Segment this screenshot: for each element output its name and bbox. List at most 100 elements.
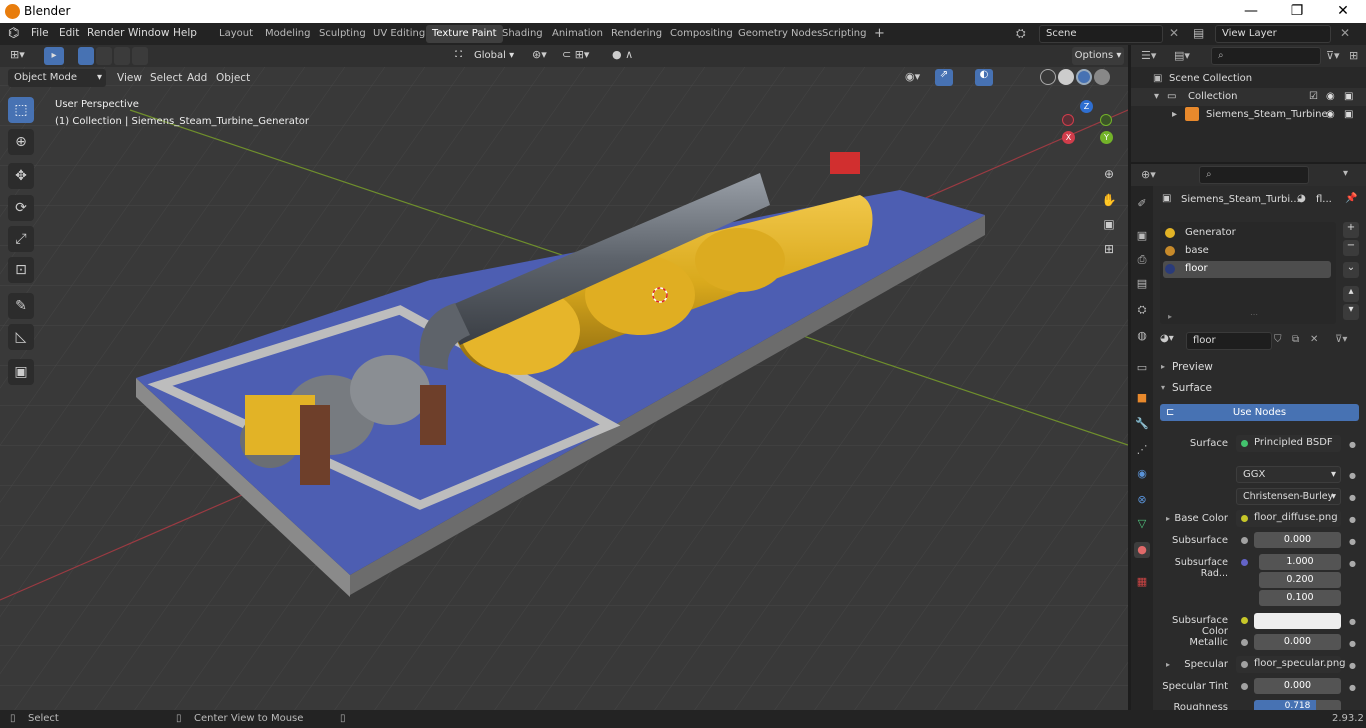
gizmo-z-icon[interactable]: Z	[1080, 100, 1093, 113]
animate-dot-icon[interactable]: ●	[1349, 559, 1356, 568]
viewport-menu-select[interactable]: Select	[150, 72, 182, 84]
scene-collection-label[interactable]: Scene Collection	[1169, 73, 1252, 84]
view-layer-tab-icon[interactable]: ▤	[1134, 276, 1150, 292]
world-tab-icon[interactable]: ◍	[1134, 328, 1150, 344]
pin-icon[interactable]: 📌	[1345, 193, 1357, 204]
expand-arrow-icon[interactable]: ▾	[1154, 91, 1159, 102]
outliner-editor-icon[interactable]: ☰▾	[1141, 49, 1156, 62]
properties-editor-icon[interactable]: ⊕▾	[1141, 168, 1156, 181]
solid-shading-icon[interactable]	[1058, 69, 1074, 85]
move-down-button[interactable]: ▾	[1343, 304, 1359, 320]
camera-icon[interactable]: ▣	[1098, 213, 1120, 235]
close-button[interactable]: ✕	[1320, 1, 1366, 22]
tab-geometry-nodes[interactable]: Geometry Nodes	[732, 25, 828, 43]
menu-render[interactable]: Render	[87, 27, 124, 39]
render-tab-icon[interactable]: ▣	[1134, 228, 1150, 244]
menu-edit[interactable]: Edit	[59, 27, 79, 39]
zoom-icon[interactable]: ⊕	[1098, 163, 1120, 185]
proportional-edit-icon[interactable]: ● ∧	[612, 48, 633, 61]
wireframe-shading-icon[interactable]	[1040, 69, 1056, 85]
subsurface-radius-y[interactable]: 0.200	[1259, 572, 1341, 588]
tab-modeling[interactable]: Modeling	[259, 25, 317, 43]
animate-dot-icon[interactable]: ●	[1349, 440, 1356, 449]
animate-dot-icon[interactable]: ●	[1349, 471, 1356, 480]
pivot-point-icon[interactable]: ⊛▾	[532, 48, 547, 61]
fake-user-icon[interactable]: ⛉	[1274, 334, 1282, 345]
expand-arrow-icon[interactable]: ▸	[1172, 109, 1177, 120]
gizmo-x-icon[interactable]: X	[1062, 131, 1075, 144]
animate-dot-icon[interactable]: ●	[1349, 661, 1356, 670]
tab-texture-paint[interactable]: Texture Paint	[426, 25, 503, 43]
tab-sculpting[interactable]: Sculpting	[313, 25, 372, 43]
minimize-button[interactable]: —	[1228, 1, 1274, 22]
gizmo-neg-x-icon[interactable]	[1062, 114, 1074, 126]
gizmo-y-icon[interactable]: Y	[1100, 131, 1113, 144]
animate-dot-icon[interactable]: ●	[1349, 537, 1356, 546]
use-nodes-button[interactable]: ⊏ Use Nodes	[1160, 404, 1359, 421]
subsurface-radius-x[interactable]: 1.000	[1259, 554, 1341, 570]
duplicate-material-icon[interactable]: ⧉	[1292, 334, 1299, 345]
display-mode-icon[interactable]: ▤▾	[1174, 49, 1190, 62]
material-shading-icon[interactable]	[1076, 69, 1092, 85]
select-intersect-icon[interactable]	[132, 47, 148, 65]
particles-tab-icon[interactable]: ⋰	[1134, 442, 1150, 458]
visibility-eye-icon[interactable]: ◉	[1326, 109, 1335, 120]
editor-type-icon[interactable]: ⊞▾	[10, 48, 25, 61]
preview-panel-header[interactable]: Preview	[1172, 361, 1213, 373]
overlay-toggle-icon[interactable]: ◐	[975, 69, 993, 86]
subsurface-radius-z[interactable]: 0.100	[1259, 590, 1341, 606]
surface-shader-field[interactable]: Principled BSDF	[1236, 435, 1341, 452]
tab-layout[interactable]: Layout	[213, 25, 259, 43]
menu-window[interactable]: Window	[128, 27, 169, 39]
collection-tab-icon[interactable]: ▭	[1134, 360, 1150, 376]
add-cube-tool-icon[interactable]: ▣	[8, 359, 34, 385]
animate-dot-icon[interactable]: ●	[1349, 683, 1356, 692]
subsurface-method-dropdown[interactable]: Christensen-Burley ▾	[1236, 488, 1341, 505]
base-color-field[interactable]: floor_diffuse.png	[1236, 510, 1341, 527]
material-name-field[interactable]: floor	[1186, 332, 1272, 350]
scene-field[interactable]: Scene	[1039, 25, 1163, 43]
viewport-menu-object[interactable]: Object	[216, 72, 250, 84]
annotate-tool-icon[interactable]: ✎	[8, 293, 34, 319]
tab-rendering[interactable]: Rendering	[605, 25, 668, 43]
navigation-gizmo[interactable]: Z Y X	[1060, 100, 1116, 156]
tool-tab-icon[interactable]: ✐	[1134, 196, 1150, 212]
subsurface-color-swatch[interactable]	[1254, 613, 1341, 629]
snap-icon[interactable]: ⊂ ⊞▾	[562, 48, 589, 61]
animate-dot-icon[interactable]: ●	[1349, 617, 1356, 626]
visibility-eye-icon[interactable]: ◉	[1326, 91, 1335, 102]
tab-compositing[interactable]: Compositing	[664, 25, 739, 43]
select-extend-icon[interactable]	[96, 47, 112, 65]
render-camera-icon[interactable]: ▣	[1344, 109, 1353, 120]
material-filter-icon[interactable]: ⊽▾	[1335, 334, 1347, 345]
tab-shading[interactable]: Shading	[496, 25, 549, 43]
tab-scripting[interactable]: Scripting	[816, 25, 872, 43]
animate-dot-icon[interactable]: ●	[1349, 515, 1356, 524]
data-tab-icon[interactable]: ▽	[1134, 516, 1150, 532]
animate-dot-icon[interactable]: ●	[1349, 639, 1356, 648]
scene-tab-icon[interactable]: ⛭	[1134, 302, 1150, 318]
scene-icon[interactable]: ⛭	[1016, 26, 1026, 41]
object-tab-icon[interactable]: ■	[1134, 390, 1150, 406]
roughness-slider[interactable]: 0.718	[1254, 700, 1341, 710]
pan-hand-icon[interactable]: ✋	[1098, 189, 1120, 211]
scene-close-icon[interactable]: ✕	[1169, 26, 1179, 40]
exclude-checkbox-icon[interactable]: ☑	[1309, 91, 1318, 102]
properties-search-input[interactable]: ⌕	[1199, 166, 1309, 184]
properties-options-icon[interactable]: ▾	[1343, 168, 1348, 179]
resize-handle-icon[interactable]: ⋯	[1250, 310, 1258, 319]
viewport-menu-view[interactable]: View	[117, 72, 142, 84]
browse-material-icon[interactable]: ◕▾	[1160, 333, 1174, 344]
specular-tint-value[interactable]: 0.000	[1254, 678, 1341, 694]
select-box-tool-icon[interactable]: ⬚	[8, 97, 34, 123]
blender-menu-icon[interactable]: ⌬	[8, 26, 19, 41]
tab-uv-editing[interactable]: UV Editing	[367, 25, 431, 43]
options-dropdown[interactable]: Options ▾	[1072, 47, 1124, 65]
distribution-dropdown[interactable]: GGX ▾	[1236, 466, 1341, 483]
transform-orientation-dropdown[interactable]: Global ▾	[470, 47, 524, 65]
transform-tool-icon[interactable]: ⊡	[8, 257, 34, 283]
expand-arrow-icon[interactable]: ▸	[1168, 312, 1172, 321]
physics-tab-icon[interactable]: ◉	[1134, 466, 1150, 482]
move-up-button[interactable]: ▴	[1343, 286, 1359, 302]
output-tab-icon[interactable]: ⎙	[1134, 252, 1150, 268]
